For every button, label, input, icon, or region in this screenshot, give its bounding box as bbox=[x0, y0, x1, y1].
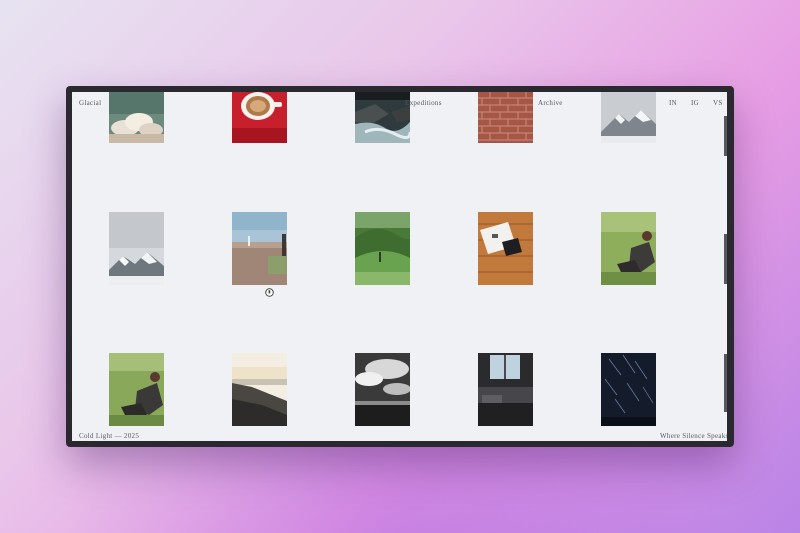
snowy-peak-photo bbox=[601, 92, 656, 143]
sunset-cliff-photo bbox=[232, 353, 287, 426]
hand-pointer-icon bbox=[265, 284, 274, 297]
photo-tile[interactable] bbox=[355, 212, 410, 285]
photo-tile[interactable] bbox=[478, 212, 533, 285]
green-hills-photo bbox=[355, 212, 410, 285]
photo-tile[interactable] bbox=[232, 353, 287, 426]
clouds-photo bbox=[109, 92, 164, 143]
social-link-ig[interactable]: IG bbox=[691, 99, 699, 107]
photo-tile[interactable] bbox=[478, 353, 533, 426]
social-link-in[interactable]: IN bbox=[669, 99, 677, 107]
book-on-desk-photo bbox=[478, 212, 533, 285]
grass-hiker-photo bbox=[109, 353, 164, 426]
photo-tile[interactable] bbox=[601, 353, 656, 426]
photo-tile[interactable] bbox=[478, 92, 533, 143]
footer-caption: Cold Light — 2025 bbox=[79, 432, 140, 440]
window-room-photo bbox=[478, 353, 533, 426]
clipped-photo-edge bbox=[724, 354, 727, 412]
photo-tile[interactable] bbox=[232, 212, 287, 285]
photo-tile[interactable] bbox=[601, 212, 656, 285]
brick-wall-photo bbox=[478, 92, 533, 143]
snowy-mountain-photo bbox=[109, 212, 164, 285]
coffee-cup-photo bbox=[232, 92, 287, 143]
clipped-photo-edge bbox=[724, 116, 727, 156]
lighthouse-field-photo bbox=[232, 212, 287, 285]
photo-tile[interactable] bbox=[109, 92, 164, 143]
clipped-photo-edge bbox=[724, 234, 727, 284]
river-rocks-photo bbox=[355, 92, 410, 143]
photo-tile[interactable] bbox=[232, 92, 287, 143]
social-link-vs[interactable]: VS bbox=[713, 99, 723, 107]
footer-tagline: Where Silence Speaks bbox=[660, 432, 727, 440]
bw-sky-photo bbox=[355, 353, 410, 426]
photo-tile[interactable] bbox=[109, 353, 164, 426]
photo-tile[interactable] bbox=[109, 212, 164, 285]
star-trails-photo bbox=[601, 353, 656, 426]
photo-tile[interactable] bbox=[355, 92, 410, 143]
nav-expeditions[interactable]: Expeditions bbox=[405, 99, 442, 107]
photo-tile[interactable] bbox=[601, 92, 656, 143]
site-logo[interactable]: Glacial bbox=[79, 99, 101, 107]
nav-archive[interactable]: Archive bbox=[538, 99, 563, 107]
monitor-frame: Glacial Expeditions Archive IN IG VS Col… bbox=[66, 86, 734, 447]
grass-hiker-photo bbox=[601, 212, 656, 285]
website-screen: Glacial Expeditions Archive IN IG VS Col… bbox=[72, 92, 727, 441]
photo-tile[interactable] bbox=[355, 353, 410, 426]
